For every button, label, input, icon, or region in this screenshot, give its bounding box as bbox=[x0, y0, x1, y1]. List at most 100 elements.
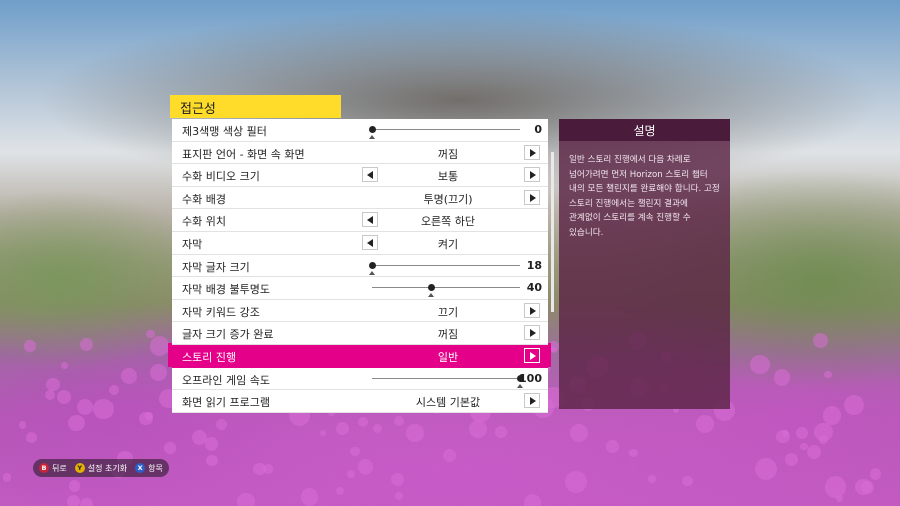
setting-row[interactable]: 스토리 진행 일반 bbox=[172, 344, 548, 368]
flower-dot bbox=[336, 486, 345, 496]
flower-dot bbox=[237, 492, 256, 506]
setting-label: 수화 비디오 크기 bbox=[182, 170, 260, 184]
flower-dot bbox=[395, 492, 404, 501]
flower-dot bbox=[855, 478, 872, 496]
flower-dot bbox=[773, 369, 791, 386]
setting-value: 켜기 bbox=[437, 237, 459, 251]
hint-label: 항목 bbox=[148, 463, 163, 473]
right-arrow-button[interactable] bbox=[524, 347, 540, 363]
settings-list: 제3색맹 색상 필터 0 표지판 언어 - 화면 속 화면 꺼짐수화 비디오 크기 보통… bbox=[172, 119, 548, 413]
flower-dot bbox=[824, 370, 832, 378]
right-arrow-button[interactable] bbox=[524, 302, 540, 318]
setting-slider[interactable] bbox=[369, 126, 520, 139]
button-hints: B 뒤로 Y 설정 초기화 X 항목 bbox=[33, 459, 169, 477]
flower-dot bbox=[67, 495, 81, 506]
setting-row[interactable]: 수화 배경 투명(끄기) bbox=[172, 187, 548, 210]
setting-row[interactable]: 수화 위치 오른쪽 하단 bbox=[172, 209, 548, 232]
hint-label: 뒤로 bbox=[52, 463, 67, 473]
setting-label: 자막 키워드 강조 bbox=[182, 305, 260, 319]
setting-row[interactable]: 제3색맹 색상 필터 0 bbox=[172, 119, 548, 142]
flower-dot bbox=[495, 426, 507, 438]
setting-row[interactable]: 자막 켜기 bbox=[172, 232, 548, 255]
right-arrow-button[interactable] bbox=[524, 167, 540, 183]
flower-dot bbox=[347, 470, 356, 479]
flower-dot bbox=[79, 498, 93, 506]
flower-dot bbox=[76, 398, 93, 415]
flower-dot bbox=[696, 415, 715, 434]
flower-dot bbox=[2, 473, 12, 482]
right-arrow-button[interactable] bbox=[524, 189, 540, 205]
flower-dot bbox=[776, 429, 790, 444]
flower-dot bbox=[150, 364, 167, 381]
flower-dot bbox=[335, 421, 349, 435]
setting-label: 글자 크기 증가 완료 bbox=[182, 328, 274, 342]
hint-label: 설정 초기화 bbox=[87, 463, 128, 473]
flower-dot bbox=[357, 416, 368, 427]
slider-knob[interactable] bbox=[369, 126, 376, 133]
panel-title: 접근성 bbox=[170, 95, 341, 118]
setting-label: 자막 bbox=[182, 237, 203, 251]
flower-dot bbox=[57, 390, 71, 405]
flower-dot bbox=[822, 406, 841, 425]
flower-dot bbox=[785, 452, 799, 466]
flower-dot bbox=[373, 423, 383, 433]
slider-knob[interactable] bbox=[428, 284, 436, 292]
setting-row[interactable]: 오프라인 게임 속도 100 bbox=[172, 368, 548, 391]
slider-value: 0 bbox=[534, 123, 542, 136]
flower-dot bbox=[263, 464, 274, 475]
right-arrow-button[interactable] bbox=[524, 325, 540, 341]
right-arrow-button[interactable] bbox=[524, 393, 540, 409]
setting-value: 꺼짐 bbox=[437, 328, 459, 342]
y-button-icon: Y bbox=[74, 463, 85, 473]
setting-row[interactable]: 글자 크기 증가 완료 꺼짐 bbox=[172, 322, 548, 345]
flower-dot bbox=[806, 445, 821, 460]
hint-y[interactable]: Y 설정 초기화 bbox=[74, 463, 128, 474]
setting-slider[interactable] bbox=[372, 284, 520, 298]
setting-row[interactable]: 수화 비디오 크기 보통 bbox=[172, 164, 548, 187]
hint-b[interactable]: B 뒤로 bbox=[39, 463, 67, 474]
setting-label: 자막 글자 크기 bbox=[182, 260, 250, 274]
flower-dot bbox=[469, 419, 488, 438]
flower-dot bbox=[824, 476, 847, 498]
flower-dot bbox=[394, 416, 405, 426]
setting-value: 오른쪽 하단 bbox=[420, 215, 476, 229]
flower-dot bbox=[146, 330, 155, 339]
hint-x[interactable]: X 항목 bbox=[135, 463, 163, 474]
flower-dot bbox=[629, 448, 638, 458]
setting-label: 수화 배경 bbox=[182, 192, 226, 206]
setting-row[interactable]: 화면 읽기 프로그램 시스템 기본값 bbox=[172, 390, 548, 413]
flower-dot bbox=[206, 454, 218, 467]
flower-dot bbox=[750, 354, 770, 375]
setting-label: 오프라인 게임 속도 bbox=[182, 373, 270, 387]
setting-slider[interactable] bbox=[372, 374, 524, 388]
slider-marker bbox=[369, 135, 375, 139]
flower-dot bbox=[139, 412, 153, 426]
setting-value: 보통 bbox=[437, 170, 459, 184]
flower-dot bbox=[68, 479, 81, 492]
setting-value: 투명(끄기) bbox=[423, 192, 473, 206]
settings-scrollbar[interactable] bbox=[551, 152, 554, 312]
flower-dot bbox=[648, 474, 657, 483]
slider-marker bbox=[369, 270, 375, 275]
description-title: 설명 bbox=[559, 119, 730, 141]
setting-row[interactable]: 자막 글자 크기 18 bbox=[172, 255, 548, 278]
flower-dot bbox=[357, 459, 374, 475]
slider-value: 100 bbox=[519, 371, 542, 385]
setting-row[interactable]: 표지판 언어 - 화면 속 화면 꺼짐 bbox=[172, 142, 548, 165]
flower-dot bbox=[60, 361, 69, 369]
flower-dot bbox=[813, 333, 829, 349]
slider-knob[interactable] bbox=[369, 261, 376, 269]
slider-marker bbox=[428, 293, 435, 298]
flower-dot bbox=[24, 340, 36, 352]
flower-dot bbox=[606, 439, 619, 453]
setting-row[interactable]: 자막 배경 불투명도 40 bbox=[172, 277, 548, 300]
flower-dot bbox=[163, 441, 176, 454]
flower-dot bbox=[390, 472, 405, 487]
right-arrow-button[interactable] bbox=[524, 144, 540, 160]
flower-dot bbox=[406, 424, 424, 442]
setting-slider[interactable] bbox=[369, 261, 520, 275]
setting-row[interactable]: 자막 키워드 강조 끄기 bbox=[172, 300, 548, 323]
flower-dot bbox=[80, 338, 94, 352]
setting-label: 제3색맹 색상 필터 bbox=[182, 125, 267, 138]
flower-dot bbox=[682, 475, 693, 487]
